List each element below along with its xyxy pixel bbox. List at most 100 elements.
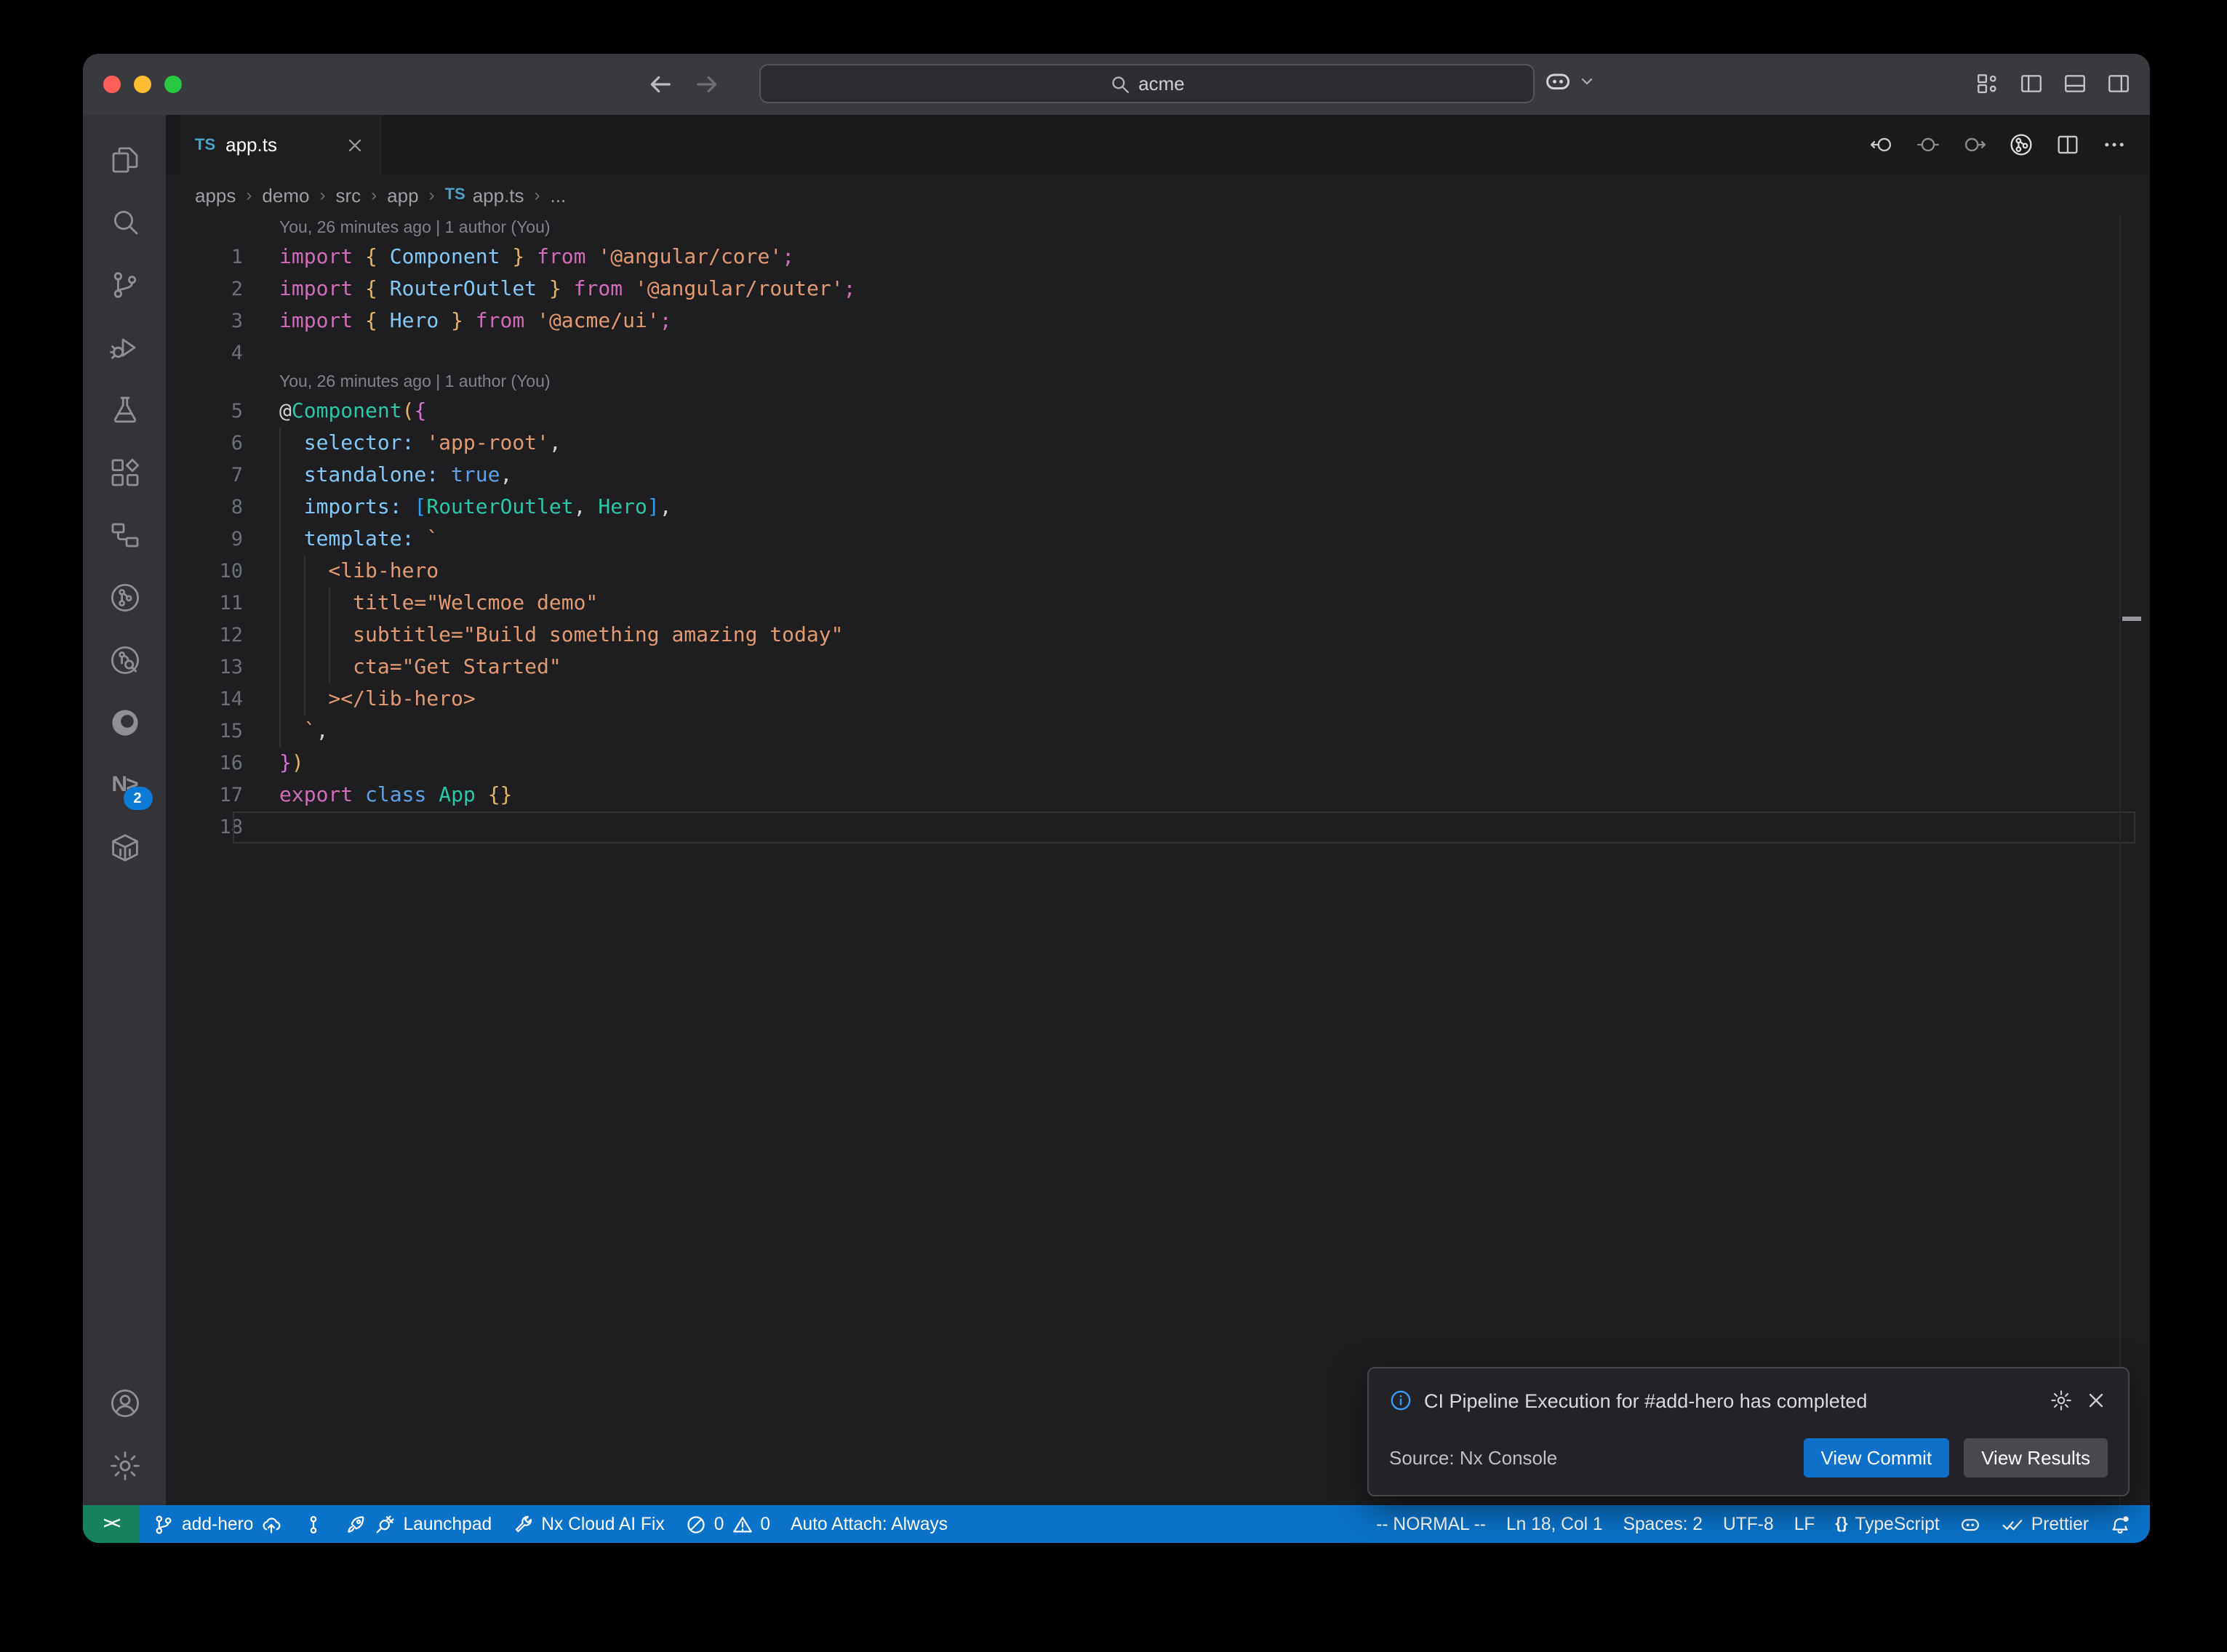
remote-indicator[interactable]: >< bbox=[83, 1505, 140, 1543]
indent-guide bbox=[304, 556, 305, 715]
tab-label: app.ts bbox=[225, 134, 277, 156]
code-line-10: 10 <lib-hero bbox=[166, 556, 2150, 588]
go-back-icon[interactable] bbox=[647, 71, 673, 97]
activity-run-and-debug[interactable] bbox=[92, 316, 156, 378]
go-forward-icon[interactable] bbox=[694, 71, 720, 97]
status-gitlens-commits[interactable] bbox=[292, 1505, 335, 1543]
customize-layout-button[interactable] bbox=[1975, 71, 2000, 96]
line-number: 10 bbox=[166, 556, 243, 588]
window-zoom-button[interactable] bbox=[164, 76, 182, 93]
line-number: 15 bbox=[166, 715, 243, 747]
line-number: 8 bbox=[166, 492, 243, 524]
breadcrumb-item[interactable]: app bbox=[387, 184, 418, 206]
typescript-file-icon: TS bbox=[445, 186, 465, 204]
search-value: acme bbox=[1138, 73, 1185, 95]
line-number: 7 bbox=[166, 460, 243, 492]
history-nav bbox=[647, 71, 720, 97]
line-number: 2 bbox=[166, 273, 243, 305]
breadcrumb-item[interactable]: apps bbox=[195, 184, 236, 206]
line-number: 5 bbox=[166, 396, 243, 428]
command-center-search[interactable]: acme bbox=[759, 64, 1535, 103]
status-gitlens-launchpad[interactable]: Launchpad bbox=[335, 1505, 502, 1543]
braces-icon: {} bbox=[1835, 1515, 1847, 1533]
close-tab-icon[interactable] bbox=[345, 135, 365, 155]
window-close-button[interactable] bbox=[103, 76, 121, 93]
copilot-menu[interactable] bbox=[1543, 67, 1596, 96]
toggle-panel-button[interactable] bbox=[2063, 71, 2087, 96]
git-blame-annotation[interactable]: You, 26 minutes ago | 1 author (You) bbox=[166, 215, 2150, 241]
breadcrumb-item[interactable]: ... bbox=[551, 184, 567, 206]
code-line-9: 9 template: ` bbox=[166, 524, 2150, 556]
breadcrumb-item[interactable]: TSapp.ts bbox=[445, 184, 524, 206]
activity-nx-console[interactable]: N>2 bbox=[92, 753, 156, 816]
git-blame-annotation[interactable]: You, 26 minutes ago | 1 author (You) bbox=[166, 369, 2150, 396]
next-change-icon[interactable] bbox=[1962, 132, 1987, 157]
status-language-mode[interactable]: {}TypeScript bbox=[1825, 1505, 1949, 1543]
files-icon bbox=[107, 142, 142, 177]
status-nx-cloud-ai-fix[interactable]: Nx Cloud AI Fix bbox=[502, 1505, 675, 1543]
editor-actions bbox=[1869, 115, 2127, 175]
line-number: 9 bbox=[166, 524, 243, 556]
previous-change-icon[interactable] bbox=[1869, 132, 1894, 157]
status-auto-attach[interactable]: Auto Attach: Always bbox=[780, 1505, 958, 1543]
gear24-icon bbox=[107, 1448, 142, 1483]
notification-settings-icon[interactable] bbox=[2050, 1389, 2073, 1412]
status-bar: ><add-hero LaunchpadNx Cloud AI Fix00Auto… bbox=[83, 1505, 2150, 1543]
window-controls bbox=[103, 76, 182, 93]
chevron-down-icon bbox=[1578, 73, 1596, 90]
current-line-highlight bbox=[233, 811, 2135, 843]
check-double-icon bbox=[2002, 1513, 2024, 1535]
line-number: 6 bbox=[166, 428, 243, 460]
activity-source-control[interactable] bbox=[92, 253, 156, 316]
activity-manage-settings[interactable] bbox=[92, 1434, 156, 1496]
code-line-7: 7 standalone: true, bbox=[166, 460, 2150, 492]
activity-edge-browser[interactable] bbox=[92, 691, 156, 753]
toggle-primary-sidebar-button[interactable] bbox=[2019, 71, 2044, 96]
status-cursor-position[interactable]: Ln 18, Col 1 bbox=[1496, 1505, 1613, 1543]
code-line-15: 15 `, bbox=[166, 715, 2150, 747]
status-problems[interactable]: 00 bbox=[675, 1505, 780, 1543]
status-end-of-line[interactable]: LF bbox=[1784, 1505, 1826, 1543]
status-notifications-bell[interactable] bbox=[2099, 1505, 2141, 1543]
tab-app-ts[interactable]: TS app.ts bbox=[180, 115, 381, 175]
account-icon bbox=[107, 1385, 142, 1420]
view-commit-button[interactable]: View Commit bbox=[1804, 1438, 1950, 1477]
activity-accounts[interactable] bbox=[92, 1371, 156, 1434]
hierarchy-icon bbox=[107, 517, 142, 552]
activity-search[interactable] bbox=[92, 191, 156, 253]
status-indentation[interactable]: Spaces: 2 bbox=[1613, 1505, 1713, 1543]
breadcrumb-item[interactable]: src bbox=[335, 184, 361, 206]
indent-guide bbox=[279, 428, 281, 747]
gitlens-commit-graph-icon[interactable] bbox=[2009, 132, 2034, 157]
code-line-5: 5@Component({ bbox=[166, 396, 2150, 428]
activity-gitlens[interactable] bbox=[92, 566, 156, 628]
status-formatter-prettier[interactable]: Prettier bbox=[1992, 1505, 2099, 1543]
activity-extensions[interactable] bbox=[92, 441, 156, 503]
status-vim-mode[interactable]: -- NORMAL -- bbox=[1366, 1505, 1496, 1543]
line-number: 12 bbox=[166, 620, 243, 651]
window-minimize-button[interactable] bbox=[134, 76, 151, 93]
activity-explorer[interactable] bbox=[92, 128, 156, 191]
toggle-secondary-sidebar-button[interactable] bbox=[2106, 71, 2131, 96]
overview-ruler bbox=[2119, 215, 2121, 1505]
notification-close-icon[interactable] bbox=[2084, 1389, 2108, 1412]
line-number: 17 bbox=[166, 779, 243, 811]
activity-gitlens-search-compare[interactable] bbox=[92, 628, 156, 691]
activity-containers[interactable] bbox=[92, 816, 156, 878]
status-copilot-status[interactable] bbox=[1950, 1505, 1992, 1543]
line-number: 13 bbox=[166, 651, 243, 683]
view-results-button[interactable]: View Results bbox=[1964, 1438, 2108, 1477]
compare-change-icon[interactable] bbox=[1916, 132, 1940, 157]
activity-project-hierarchy[interactable] bbox=[92, 503, 156, 566]
activity-testing[interactable] bbox=[92, 378, 156, 441]
status-git-branch[interactable]: add-hero bbox=[143, 1505, 292, 1543]
code-editor[interactable]: You, 26 minutes ago | 1 author (You)1imp… bbox=[166, 215, 2150, 1505]
layout-controls bbox=[1975, 71, 2131, 96]
split-editor-icon[interactable] bbox=[2055, 132, 2080, 157]
breadcrumb-item[interactable]: demo bbox=[262, 184, 309, 206]
status-encoding[interactable]: UTF-8 bbox=[1713, 1505, 1784, 1543]
code-line-8: 8 imports: [RouterOutlet, Hero], bbox=[166, 492, 2150, 524]
code-line-3: 3import { Hero } from '@acme/ui'; bbox=[166, 305, 2150, 337]
more-actions-icon[interactable] bbox=[2102, 132, 2127, 157]
breadcrumb-separator: › bbox=[429, 185, 435, 205]
